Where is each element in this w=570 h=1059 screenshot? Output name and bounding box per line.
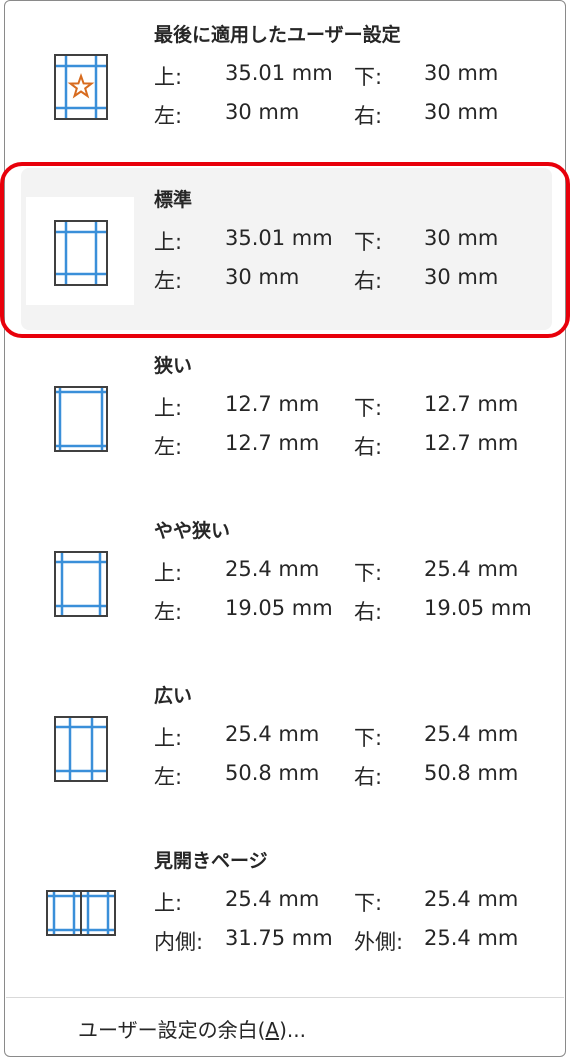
top-label: 上: bbox=[154, 396, 183, 420]
right-value: 50.8 mm bbox=[424, 761, 519, 785]
mirrored-margin-pages-icon bbox=[46, 890, 116, 936]
bottom-value: 12.7 mm bbox=[424, 392, 519, 416]
left-value: 19.05 mm bbox=[225, 596, 333, 620]
wide-margin-page-icon bbox=[54, 716, 108, 782]
right-label: 右: bbox=[354, 435, 383, 459]
normal-margin-page-icon bbox=[54, 220, 108, 286]
bottom-label: 下: bbox=[354, 726, 383, 750]
left-label: 左: bbox=[154, 435, 183, 459]
margin-preset-last-custom[interactable]: 最後に適用したユーザー設定 上: 35.01 mm 下: 30 mm 左: 30… bbox=[4, 0, 566, 166]
moderate-margin-page-icon bbox=[54, 551, 108, 617]
bottom-value: 30 mm bbox=[424, 226, 499, 250]
preset-title: 標準 bbox=[154, 189, 193, 211]
top-label: 上: bbox=[154, 726, 183, 750]
right-value: 30 mm bbox=[424, 100, 499, 124]
right-value: 30 mm bbox=[424, 265, 499, 289]
right-label: 右: bbox=[354, 600, 383, 624]
top-value: 25.4 mm bbox=[225, 722, 320, 746]
custom-margin-page-icon bbox=[54, 54, 108, 120]
preset-title: 最後に適用したユーザー設定 bbox=[154, 24, 401, 46]
preset-title: 見開きページ bbox=[154, 850, 268, 872]
top-value: 25.4 mm bbox=[225, 557, 320, 581]
left-value: 30 mm bbox=[225, 265, 300, 289]
bottom-label: 下: bbox=[354, 65, 383, 89]
bottom-value: 25.4 mm bbox=[424, 887, 519, 911]
bottom-value: 25.4 mm bbox=[424, 722, 519, 746]
left-value: 30 mm bbox=[225, 100, 300, 124]
custom-margins-menu-item[interactable]: ユーザー設定の余白(A)... bbox=[78, 1014, 306, 1043]
margin-preset-narrow[interactable]: 狭い 上: 12.7 mm 下: 12.7 mm 左: 12.7 mm 右: 1… bbox=[4, 331, 566, 497]
right-label: 右: bbox=[354, 765, 383, 789]
left-label: 左: bbox=[154, 600, 183, 624]
margin-preset-moderate[interactable]: やや狭い 上: 25.4 mm 下: 25.4 mm 左: 19.05 mm 右… bbox=[4, 496, 566, 662]
preset-title: 狭い bbox=[154, 355, 193, 377]
bottom-label: 下: bbox=[354, 561, 383, 585]
margin-preset-mirrored[interactable]: 見開きページ 上: 25.4 mm 下: 25.4 mm 内側: 31.75 m… bbox=[4, 826, 566, 992]
right-value: 12.7 mm bbox=[424, 431, 519, 455]
bottom-label: 下: bbox=[354, 230, 383, 254]
bottom-label: 下: bbox=[354, 396, 383, 420]
top-label: 上: bbox=[154, 65, 183, 89]
top-label: 上: bbox=[154, 230, 183, 254]
top-label: 上: bbox=[154, 891, 183, 915]
top-value: 25.4 mm bbox=[225, 887, 320, 911]
top-value: 35.01 mm bbox=[225, 61, 333, 85]
left-label: 左: bbox=[154, 765, 183, 789]
margin-preset-normal[interactable]: 標準 上: 35.01 mm 下: 30 mm 左: 30 mm 右: 30 m… bbox=[4, 165, 566, 331]
preset-title: 広い bbox=[154, 685, 193, 707]
bottom-value: 25.4 mm bbox=[424, 557, 519, 581]
inside-value: 31.75 mm bbox=[225, 926, 333, 950]
margin-preset-wide[interactable]: 広い 上: 25.4 mm 下: 25.4 mm 左: 50.8 mm 右: 5… bbox=[4, 661, 566, 827]
top-label: 上: bbox=[154, 561, 183, 585]
preset-title: やや狭い bbox=[154, 520, 231, 542]
bottom-value: 30 mm bbox=[424, 61, 499, 85]
narrow-margin-page-icon bbox=[54, 386, 108, 452]
left-label: 左: bbox=[154, 104, 183, 128]
top-value: 12.7 mm bbox=[225, 392, 320, 416]
bottom-label: 下: bbox=[354, 891, 383, 915]
left-value: 50.8 mm bbox=[225, 761, 320, 785]
right-label: 右: bbox=[354, 269, 383, 293]
left-label: 左: bbox=[154, 269, 183, 293]
menu-divider bbox=[6, 997, 564, 998]
left-value: 12.7 mm bbox=[225, 431, 320, 455]
right-label: 右: bbox=[354, 104, 383, 128]
outside-value: 25.4 mm bbox=[424, 926, 519, 950]
top-value: 35.01 mm bbox=[225, 226, 333, 250]
right-value: 19.05 mm bbox=[424, 596, 532, 620]
inside-label: 内側: bbox=[154, 930, 204, 954]
outside-label: 外側: bbox=[354, 930, 404, 954]
